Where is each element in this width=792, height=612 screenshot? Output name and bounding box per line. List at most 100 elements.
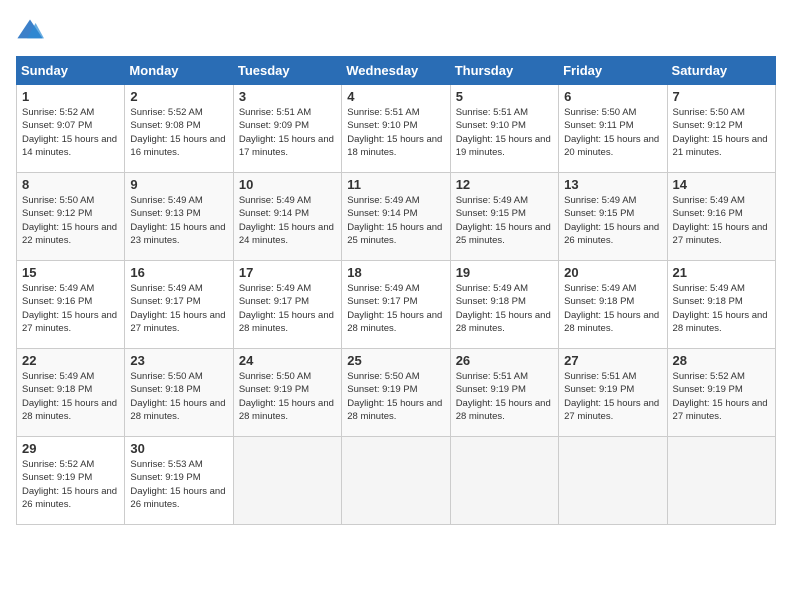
day-number: 17 xyxy=(239,265,336,280)
calendar-cell: 30 Sunrise: 5:53 AM Sunset: 9:19 PM Dayl… xyxy=(125,437,233,525)
day-info: Sunrise: 5:49 AM Sunset: 9:17 PM Dayligh… xyxy=(347,282,444,335)
calendar-cell: 29 Sunrise: 5:52 AM Sunset: 9:19 PM Dayl… xyxy=(17,437,125,525)
day-number: 29 xyxy=(22,441,119,456)
day-number: 28 xyxy=(673,353,770,368)
calendar-header-row: SundayMondayTuesdayWednesdayThursdayFrid… xyxy=(17,57,776,85)
calendar-week-row: 8 Sunrise: 5:50 AM Sunset: 9:12 PM Dayli… xyxy=(17,173,776,261)
day-number: 20 xyxy=(564,265,661,280)
day-number: 15 xyxy=(22,265,119,280)
day-info: Sunrise: 5:49 AM Sunset: 9:16 PM Dayligh… xyxy=(22,282,119,335)
day-number: 27 xyxy=(564,353,661,368)
day-info: Sunrise: 5:50 AM Sunset: 9:19 PM Dayligh… xyxy=(347,370,444,423)
calendar-cell: 2 Sunrise: 5:52 AM Sunset: 9:08 PM Dayli… xyxy=(125,85,233,173)
day-number: 16 xyxy=(130,265,227,280)
calendar-cell: 25 Sunrise: 5:50 AM Sunset: 9:19 PM Dayl… xyxy=(342,349,450,437)
day-number: 9 xyxy=(130,177,227,192)
calendar-cell: 23 Sunrise: 5:50 AM Sunset: 9:18 PM Dayl… xyxy=(125,349,233,437)
calendar-cell: 9 Sunrise: 5:49 AM Sunset: 9:13 PM Dayli… xyxy=(125,173,233,261)
day-info: Sunrise: 5:49 AM Sunset: 9:14 PM Dayligh… xyxy=(239,194,336,247)
logo-icon xyxy=(16,16,44,44)
day-number: 7 xyxy=(673,89,770,104)
day-info: Sunrise: 5:50 AM Sunset: 9:11 PM Dayligh… xyxy=(564,106,661,159)
calendar-cell xyxy=(559,437,667,525)
calendar-cell: 13 Sunrise: 5:49 AM Sunset: 9:15 PM Dayl… xyxy=(559,173,667,261)
day-number: 18 xyxy=(347,265,444,280)
day-info: Sunrise: 5:52 AM Sunset: 9:08 PM Dayligh… xyxy=(130,106,227,159)
calendar-cell: 6 Sunrise: 5:50 AM Sunset: 9:11 PM Dayli… xyxy=(559,85,667,173)
column-header-wednesday: Wednesday xyxy=(342,57,450,85)
day-number: 12 xyxy=(456,177,553,192)
day-info: Sunrise: 5:52 AM Sunset: 9:07 PM Dayligh… xyxy=(22,106,119,159)
day-number: 14 xyxy=(673,177,770,192)
calendar-cell: 27 Sunrise: 5:51 AM Sunset: 9:19 PM Dayl… xyxy=(559,349,667,437)
day-number: 25 xyxy=(347,353,444,368)
day-number: 3 xyxy=(239,89,336,104)
day-number: 1 xyxy=(22,89,119,104)
day-info: Sunrise: 5:51 AM Sunset: 9:19 PM Dayligh… xyxy=(456,370,553,423)
column-header-thursday: Thursday xyxy=(450,57,558,85)
day-number: 30 xyxy=(130,441,227,456)
calendar-table: SundayMondayTuesdayWednesdayThursdayFrid… xyxy=(16,56,776,525)
column-header-tuesday: Tuesday xyxy=(233,57,341,85)
calendar-cell: 11 Sunrise: 5:49 AM Sunset: 9:14 PM Dayl… xyxy=(342,173,450,261)
day-info: Sunrise: 5:49 AM Sunset: 9:15 PM Dayligh… xyxy=(564,194,661,247)
day-number: 19 xyxy=(456,265,553,280)
day-info: Sunrise: 5:51 AM Sunset: 9:19 PM Dayligh… xyxy=(564,370,661,423)
calendar-cell: 26 Sunrise: 5:51 AM Sunset: 9:19 PM Dayl… xyxy=(450,349,558,437)
calendar-cell: 17 Sunrise: 5:49 AM Sunset: 9:17 PM Dayl… xyxy=(233,261,341,349)
day-number: 6 xyxy=(564,89,661,104)
column-header-monday: Monday xyxy=(125,57,233,85)
calendar-cell: 12 Sunrise: 5:49 AM Sunset: 9:15 PM Dayl… xyxy=(450,173,558,261)
day-number: 21 xyxy=(673,265,770,280)
calendar-cell: 16 Sunrise: 5:49 AM Sunset: 9:17 PM Dayl… xyxy=(125,261,233,349)
calendar-cell: 20 Sunrise: 5:49 AM Sunset: 9:18 PM Dayl… xyxy=(559,261,667,349)
day-number: 4 xyxy=(347,89,444,104)
calendar-cell: 1 Sunrise: 5:52 AM Sunset: 9:07 PM Dayli… xyxy=(17,85,125,173)
day-number: 23 xyxy=(130,353,227,368)
day-info: Sunrise: 5:50 AM Sunset: 9:18 PM Dayligh… xyxy=(130,370,227,423)
day-info: Sunrise: 5:50 AM Sunset: 9:12 PM Dayligh… xyxy=(673,106,770,159)
calendar-cell: 24 Sunrise: 5:50 AM Sunset: 9:19 PM Dayl… xyxy=(233,349,341,437)
calendar-cell: 3 Sunrise: 5:51 AM Sunset: 9:09 PM Dayli… xyxy=(233,85,341,173)
calendar-cell xyxy=(342,437,450,525)
calendar-cell: 10 Sunrise: 5:49 AM Sunset: 9:14 PM Dayl… xyxy=(233,173,341,261)
calendar-week-row: 15 Sunrise: 5:49 AM Sunset: 9:16 PM Dayl… xyxy=(17,261,776,349)
day-info: Sunrise: 5:52 AM Sunset: 9:19 PM Dayligh… xyxy=(673,370,770,423)
day-info: Sunrise: 5:49 AM Sunset: 9:15 PM Dayligh… xyxy=(456,194,553,247)
day-info: Sunrise: 5:49 AM Sunset: 9:17 PM Dayligh… xyxy=(130,282,227,335)
day-info: Sunrise: 5:52 AM Sunset: 9:19 PM Dayligh… xyxy=(22,458,119,511)
day-info: Sunrise: 5:49 AM Sunset: 9:16 PM Dayligh… xyxy=(673,194,770,247)
page-header xyxy=(16,16,776,44)
calendar-cell xyxy=(233,437,341,525)
column-header-sunday: Sunday xyxy=(17,57,125,85)
day-number: 8 xyxy=(22,177,119,192)
calendar-cell: 28 Sunrise: 5:52 AM Sunset: 9:19 PM Dayl… xyxy=(667,349,775,437)
day-info: Sunrise: 5:49 AM Sunset: 9:18 PM Dayligh… xyxy=(456,282,553,335)
day-number: 2 xyxy=(130,89,227,104)
day-info: Sunrise: 5:49 AM Sunset: 9:13 PM Dayligh… xyxy=(130,194,227,247)
day-number: 13 xyxy=(564,177,661,192)
day-info: Sunrise: 5:50 AM Sunset: 9:12 PM Dayligh… xyxy=(22,194,119,247)
day-info: Sunrise: 5:50 AM Sunset: 9:19 PM Dayligh… xyxy=(239,370,336,423)
day-number: 10 xyxy=(239,177,336,192)
column-header-saturday: Saturday xyxy=(667,57,775,85)
day-number: 26 xyxy=(456,353,553,368)
day-number: 5 xyxy=(456,89,553,104)
calendar-week-row: 1 Sunrise: 5:52 AM Sunset: 9:07 PM Dayli… xyxy=(17,85,776,173)
calendar-cell: 7 Sunrise: 5:50 AM Sunset: 9:12 PM Dayli… xyxy=(667,85,775,173)
day-info: Sunrise: 5:49 AM Sunset: 9:14 PM Dayligh… xyxy=(347,194,444,247)
calendar-cell xyxy=(450,437,558,525)
calendar-cell: 15 Sunrise: 5:49 AM Sunset: 9:16 PM Dayl… xyxy=(17,261,125,349)
logo xyxy=(16,16,48,44)
calendar-cell: 8 Sunrise: 5:50 AM Sunset: 9:12 PM Dayli… xyxy=(17,173,125,261)
calendar-week-row: 29 Sunrise: 5:52 AM Sunset: 9:19 PM Dayl… xyxy=(17,437,776,525)
day-info: Sunrise: 5:49 AM Sunset: 9:18 PM Dayligh… xyxy=(22,370,119,423)
calendar-cell: 14 Sunrise: 5:49 AM Sunset: 9:16 PM Dayl… xyxy=(667,173,775,261)
day-number: 11 xyxy=(347,177,444,192)
calendar-cell: 18 Sunrise: 5:49 AM Sunset: 9:17 PM Dayl… xyxy=(342,261,450,349)
day-info: Sunrise: 5:51 AM Sunset: 9:10 PM Dayligh… xyxy=(456,106,553,159)
calendar-cell: 5 Sunrise: 5:51 AM Sunset: 9:10 PM Dayli… xyxy=(450,85,558,173)
day-info: Sunrise: 5:49 AM Sunset: 9:18 PM Dayligh… xyxy=(564,282,661,335)
day-info: Sunrise: 5:51 AM Sunset: 9:10 PM Dayligh… xyxy=(347,106,444,159)
calendar-cell: 4 Sunrise: 5:51 AM Sunset: 9:10 PM Dayli… xyxy=(342,85,450,173)
